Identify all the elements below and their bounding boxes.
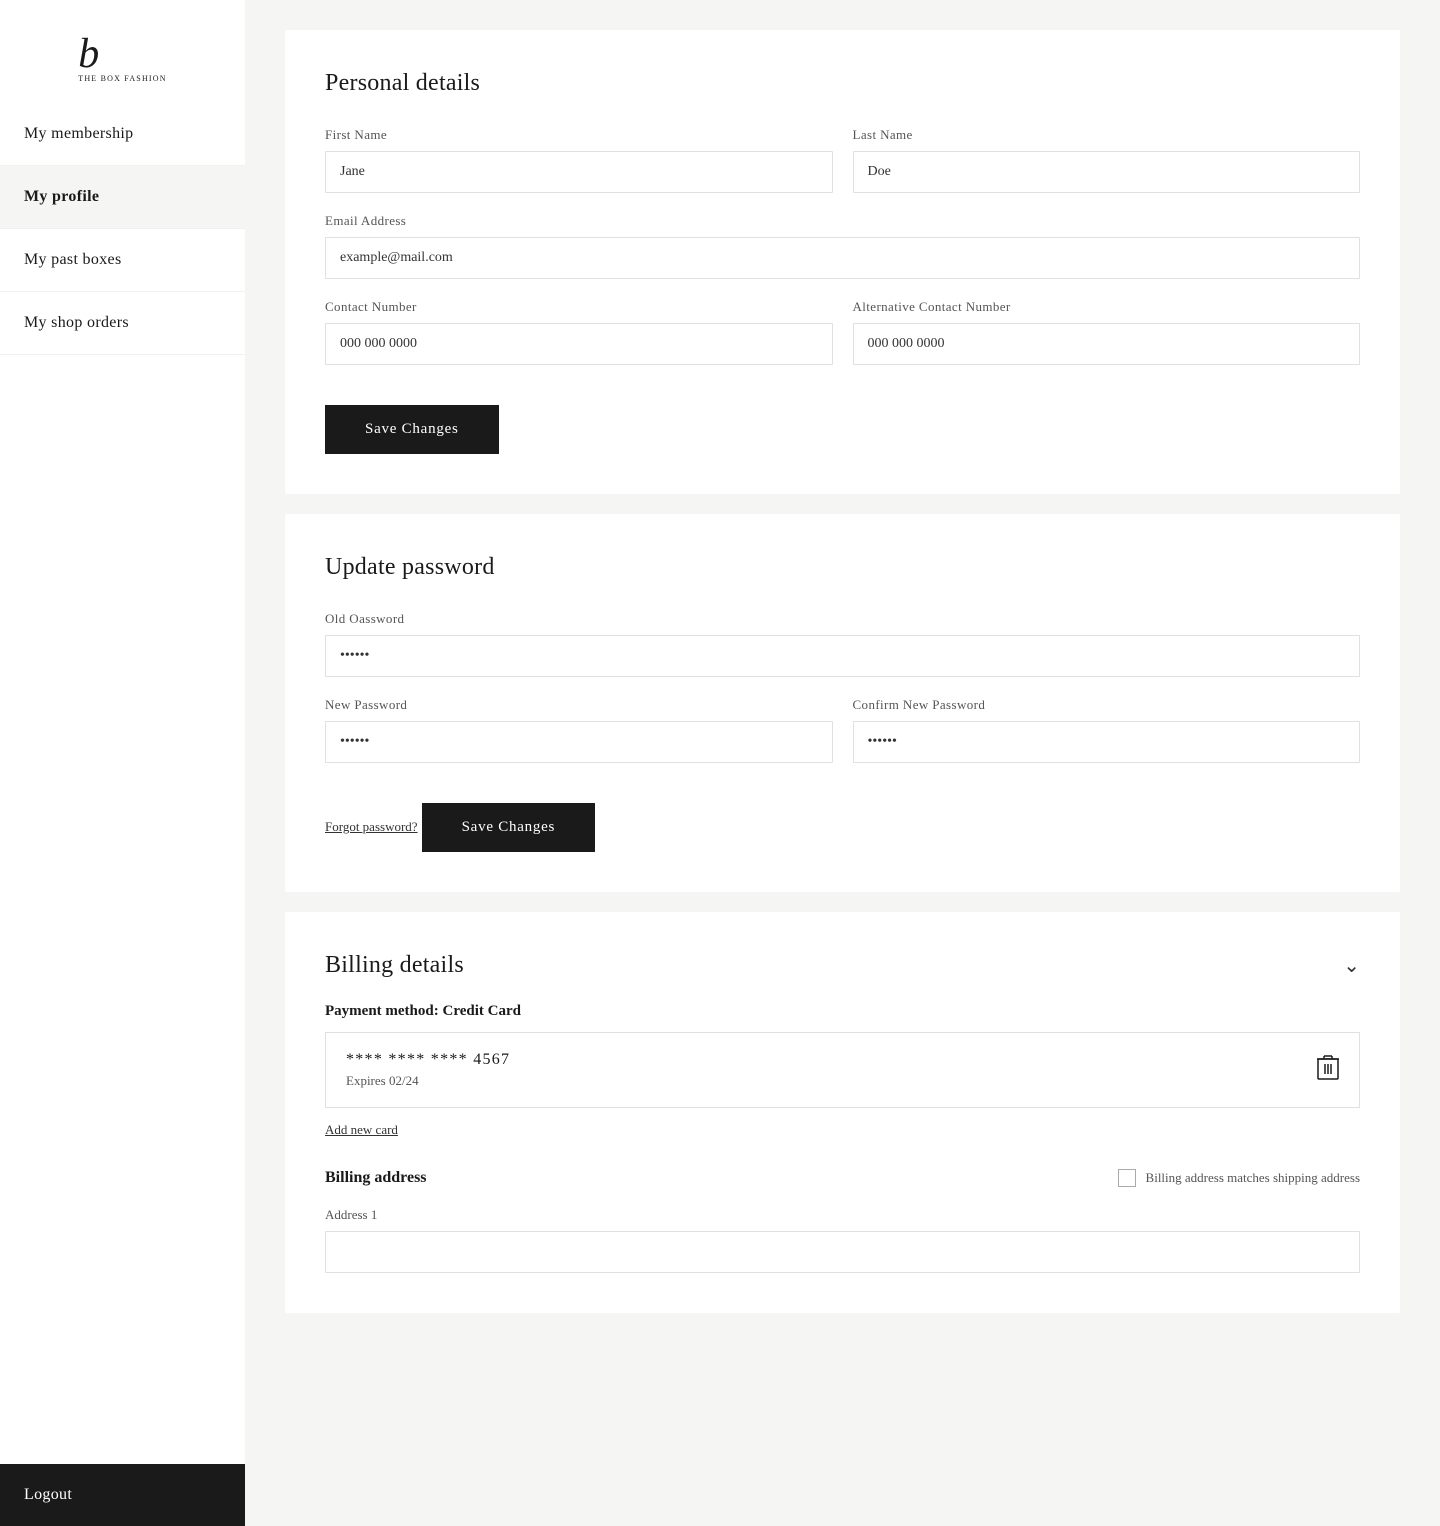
billing-matches-shipping-text: Billing address matches shipping address <box>1146 1170 1360 1186</box>
trash-icon[interactable] <box>1317 1054 1339 1086</box>
email-label: Email Address <box>325 213 1360 229</box>
address1-input[interactable] <box>325 1231 1360 1273</box>
billing-address-header: Billing address Billing address matches … <box>325 1169 1360 1187</box>
update-password-section: Update password Old Oassword New Passwor… <box>285 514 1400 892</box>
first-name-input[interactable] <box>325 151 833 193</box>
old-password-label: Old Oassword <box>325 611 1360 627</box>
sidebar-navigation: My membership My profile My past boxes M… <box>0 103 245 1464</box>
logout-button[interactable]: Logout <box>0 1464 245 1526</box>
card-number: **** **** **** 4567 <box>346 1051 510 1069</box>
new-password-group: New Password <box>325 697 833 763</box>
email-group: Email Address <box>325 213 1360 279</box>
forgot-password-link[interactable]: Forgot password? <box>325 819 418 835</box>
new-password-input[interactable] <box>325 721 833 763</box>
sidebar-item-profile[interactable]: My profile <box>0 166 245 229</box>
personal-details-title: Personal details <box>325 70 1360 97</box>
billing-address-title: Billing address <box>325 1169 427 1187</box>
old-password-input[interactable] <box>325 635 1360 677</box>
old-password-row: Old Oassword <box>325 611 1360 677</box>
last-name-input[interactable] <box>853 151 1361 193</box>
new-password-row: New Password Confirm New Password <box>325 697 1360 763</box>
update-password-save-button[interactable]: Save Changes <box>422 803 596 852</box>
contact-label: Contact Number <box>325 299 833 315</box>
last-name-group: Last Name <box>853 127 1361 193</box>
old-password-group: Old Oassword <box>325 611 1360 677</box>
confirm-password-label: Confirm New Password <box>853 697 1361 713</box>
logo-container: b THE BOX FASHION <box>0 0 245 103</box>
confirm-password-group: Confirm New Password <box>853 697 1361 763</box>
logo-letter: b <box>78 30 167 78</box>
name-row: First Name Last Name <box>325 127 1360 193</box>
alt-contact-input[interactable] <box>853 323 1361 365</box>
contact-row: Contact Number Alternative Contact Numbe… <box>325 299 1360 365</box>
personal-details-section: Personal details First Name Last Name Em… <box>285 30 1400 494</box>
chevron-down-icon: ⌄ <box>1343 953 1360 978</box>
alt-contact-label: Alternative Contact Number <box>853 299 1361 315</box>
logo-subtext: THE BOX FASHION <box>78 74 167 83</box>
card-expiry: Expires 02/24 <box>346 1073 510 1089</box>
sidebar-item-shop-orders[interactable]: My shop orders <box>0 292 245 355</box>
confirm-password-input[interactable] <box>853 721 1361 763</box>
new-password-label: New Password <box>325 697 833 713</box>
main-content: Personal details First Name Last Name Em… <box>245 0 1440 1526</box>
contact-input[interactable] <box>325 323 833 365</box>
alt-contact-group: Alternative Contact Number <box>853 299 1361 365</box>
billing-details-section: Billing details ⌄ Payment method: Credit… <box>285 912 1400 1313</box>
billing-matches-shipping-checkbox[interactable] <box>1118 1169 1136 1187</box>
payment-method-label: Payment method: Credit Card <box>325 1003 1360 1020</box>
billing-matches-shipping-label[interactable]: Billing address matches shipping address <box>1118 1169 1360 1187</box>
add-new-card-link[interactable]: Add new card <box>325 1122 398 1138</box>
credit-card-info: **** **** **** 4567 Expires 02/24 <box>325 1032 1360 1108</box>
address1-label: Address 1 <box>325 1207 1360 1223</box>
card-details: **** **** **** 4567 Expires 02/24 <box>346 1051 510 1089</box>
contact-group: Contact Number <box>325 299 833 365</box>
billing-header[interactable]: Billing details ⌄ <box>325 952 1360 979</box>
sidebar: b THE BOX FASHION My membership My profi… <box>0 0 245 1526</box>
first-name-label: First Name <box>325 127 833 143</box>
update-password-title: Update password <box>325 554 1360 581</box>
billing-title: Billing details <box>325 952 464 979</box>
email-input[interactable] <box>325 237 1360 279</box>
first-name-group: First Name <box>325 127 833 193</box>
personal-details-save-button[interactable]: Save Changes <box>325 405 499 454</box>
sidebar-item-past-boxes[interactable]: My past boxes <box>0 229 245 292</box>
last-name-label: Last Name <box>853 127 1361 143</box>
email-row: Email Address <box>325 213 1360 279</box>
sidebar-item-membership[interactable]: My membership <box>0 103 245 166</box>
